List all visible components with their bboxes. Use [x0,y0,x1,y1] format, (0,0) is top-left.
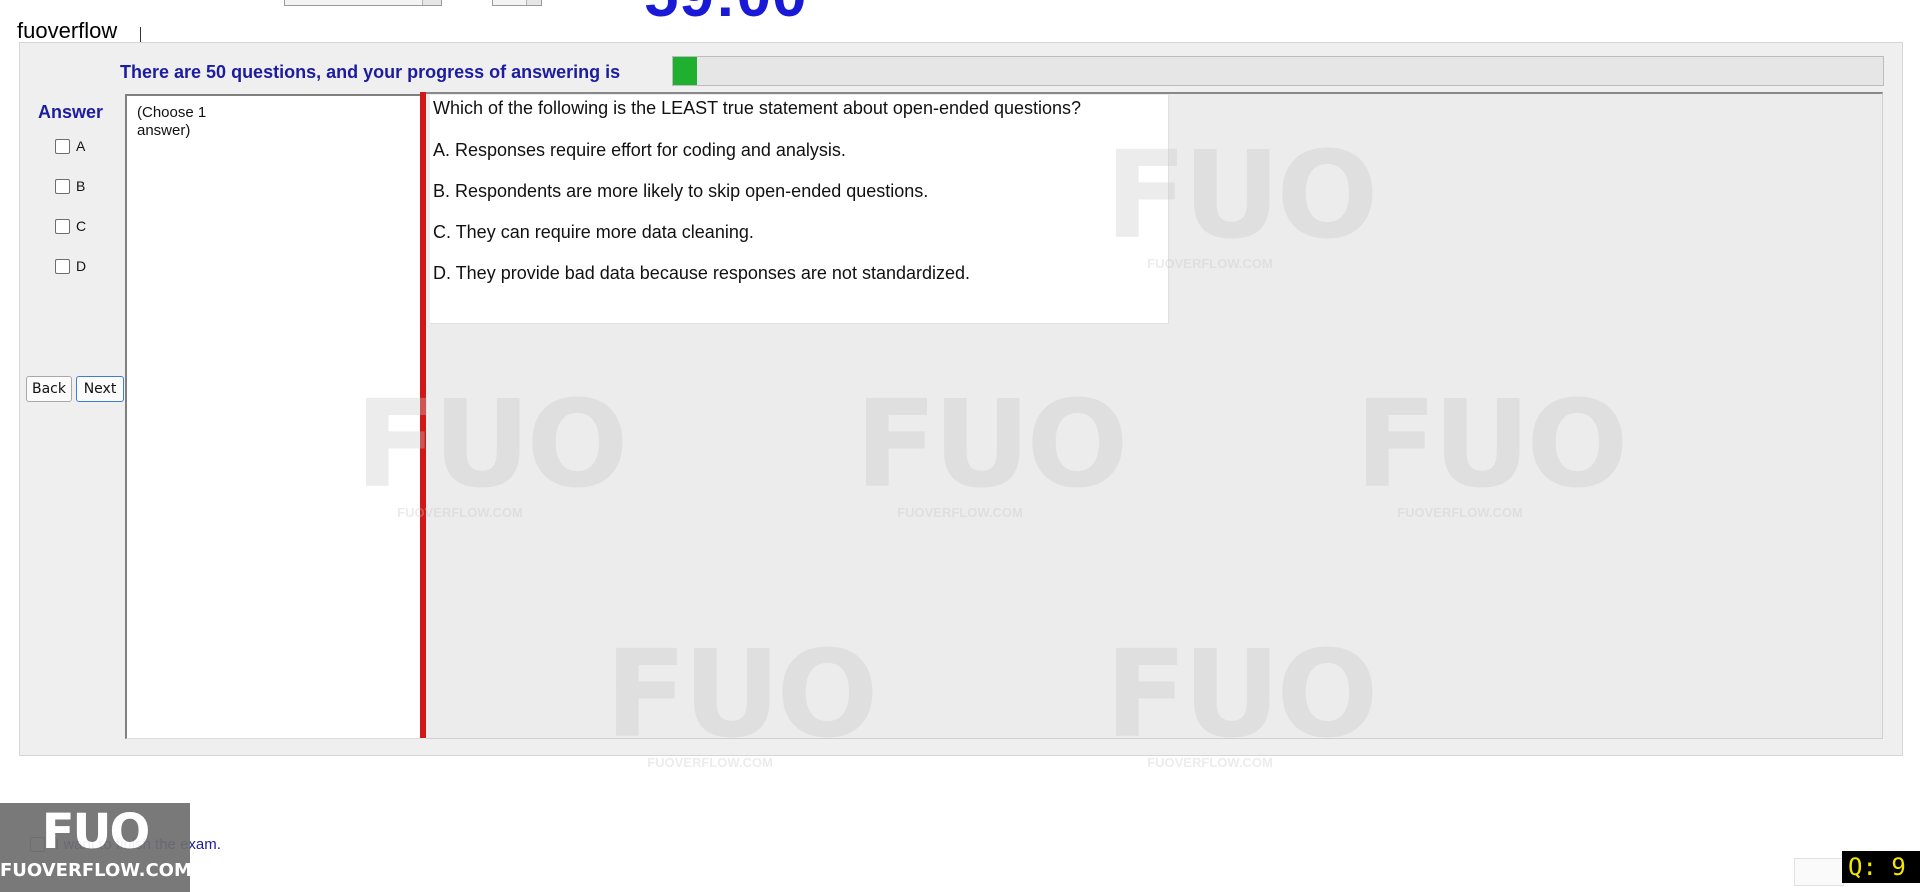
top-spinner[interactable] [492,0,542,6]
question-box [430,95,1169,324]
small-button[interactable] [1794,858,1844,886]
dropdown-arrow-icon[interactable] [422,0,441,5]
next-button[interactable]: Next [76,376,124,402]
answer-option-a[interactable]: A [55,138,85,154]
answer-option-b[interactable]: B [55,178,85,194]
choice-c: C. They can require more data cleaning. [433,222,754,242]
answer-option-c[interactable]: C [55,218,86,234]
top-dropdown[interactable] [284,0,442,6]
answer-option-d[interactable]: D [55,258,86,274]
option-label: B [76,178,86,194]
fuo-logo: FUO FUOVERFLOW.COM [0,803,192,892]
answer-title: Answer [38,102,104,122]
progress-fill [673,57,698,85]
choice-b: B. Respondents are more likely to skip o… [433,181,929,201]
option-label: A [76,138,86,154]
checkbox-b[interactable] [55,178,70,194]
back-button[interactable]: Back [26,376,72,402]
checkbox-d[interactable] [55,258,70,274]
progress-bar [672,56,1884,86]
spinner-arrow-icon[interactable] [526,0,541,5]
progress-label: There are 50 questions, and your progres… [120,62,621,82]
checkbox-a[interactable] [55,138,70,154]
choice-a: A. Responses require effort for coding a… [433,140,846,160]
checkbox-c[interactable] [55,218,70,234]
question-text: Which of the following is the LEAST true… [433,98,1082,118]
answer-instruction-box: (Choose 1 answer) [125,94,422,739]
choose-instruction: (Choose 1 answer) [137,104,207,139]
option-label: C [76,218,87,234]
countdown-timer: 59:00 [644,0,808,31]
question-counter: Q: 9 [1842,851,1920,883]
brand-label: fuoverflow [17,18,118,43]
option-label: D [76,258,87,274]
choice-d: D. They provide bad data because respons… [433,263,971,283]
